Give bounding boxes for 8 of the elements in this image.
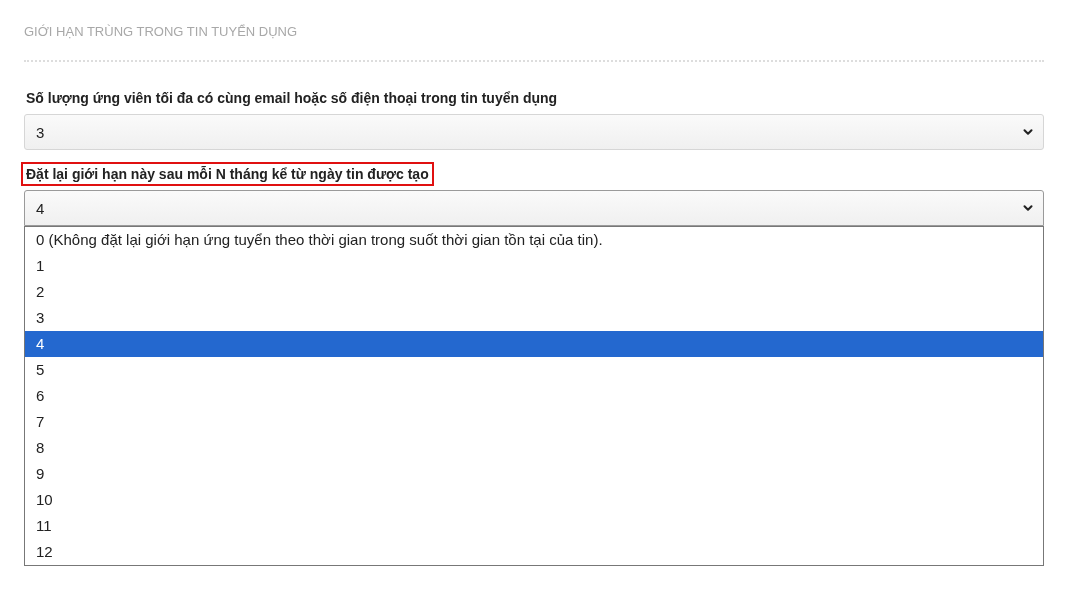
select-value: 3 [36,123,45,141]
section-title: GIỚI HẠN TRÙNG TRONG TIN TUYỂN DỤNG [24,24,1044,62]
select-field[interactable]: 3 [24,114,1044,150]
field-label: Đặt lại giới hạn này sau mỗi N tháng kể từ ngày tin được tạo [21,162,434,186]
select-field[interactable]: 4 [24,190,1044,226]
dropdown-option[interactable]: 4 [25,331,1043,357]
field-label: Số lượng ứng viên tối đa có cùng email hoặc số điện thoại trong tin tuyển dụng [25,89,559,108]
select-value: 4 [36,199,45,217]
